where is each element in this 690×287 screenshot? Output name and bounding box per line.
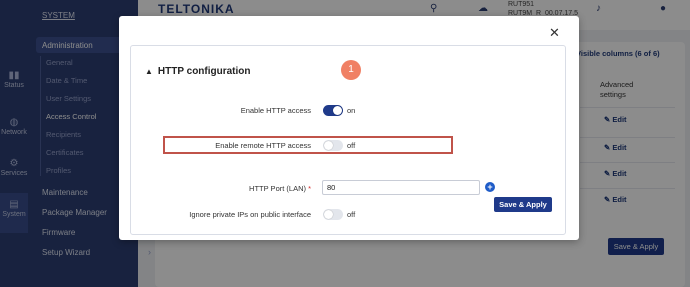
add-port-icon[interactable]: + (485, 182, 495, 192)
http-port-label: HTTP Port (LAN) * (131, 184, 311, 193)
enable-remote-http-state: off (347, 141, 356, 150)
chevron-up-icon: ▲ (145, 67, 153, 76)
ignore-private-ips-label: Ignore private IPs on public interface (189, 210, 311, 219)
toggle-knob (324, 210, 333, 219)
enable-remote-http-toggle[interactable] (323, 140, 343, 151)
ignore-private-ips-toggle[interactable] (323, 209, 343, 220)
enable-http-state: on (347, 106, 356, 115)
http-port-label-text: HTTP Port (LAN) (249, 184, 306, 193)
section-title: HTTP configuration (157, 66, 251, 77)
step-badge: 1 (341, 60, 361, 80)
toggle-knob (324, 141, 333, 150)
close-icon[interactable]: ✕ (549, 25, 560, 41)
section-toggle[interactable]: ▲ HTTP configuration (145, 66, 251, 77)
enable-http-toggle[interactable] (323, 105, 343, 116)
enable-remote-http-label: Enable remote HTTP access (215, 141, 311, 150)
http-port-input[interactable] (322, 180, 480, 195)
toggle-knob (333, 106, 342, 115)
required-mark: * (308, 184, 311, 193)
save-apply-button[interactable]: Save & Apply (494, 197, 552, 212)
enable-http-label: Enable HTTP access (240, 106, 311, 115)
http-config-modal: ✕ ▲ HTTP configuration 1 Enable HTTP acce… (119, 16, 579, 240)
ignore-private-ips-state: off (347, 210, 356, 219)
